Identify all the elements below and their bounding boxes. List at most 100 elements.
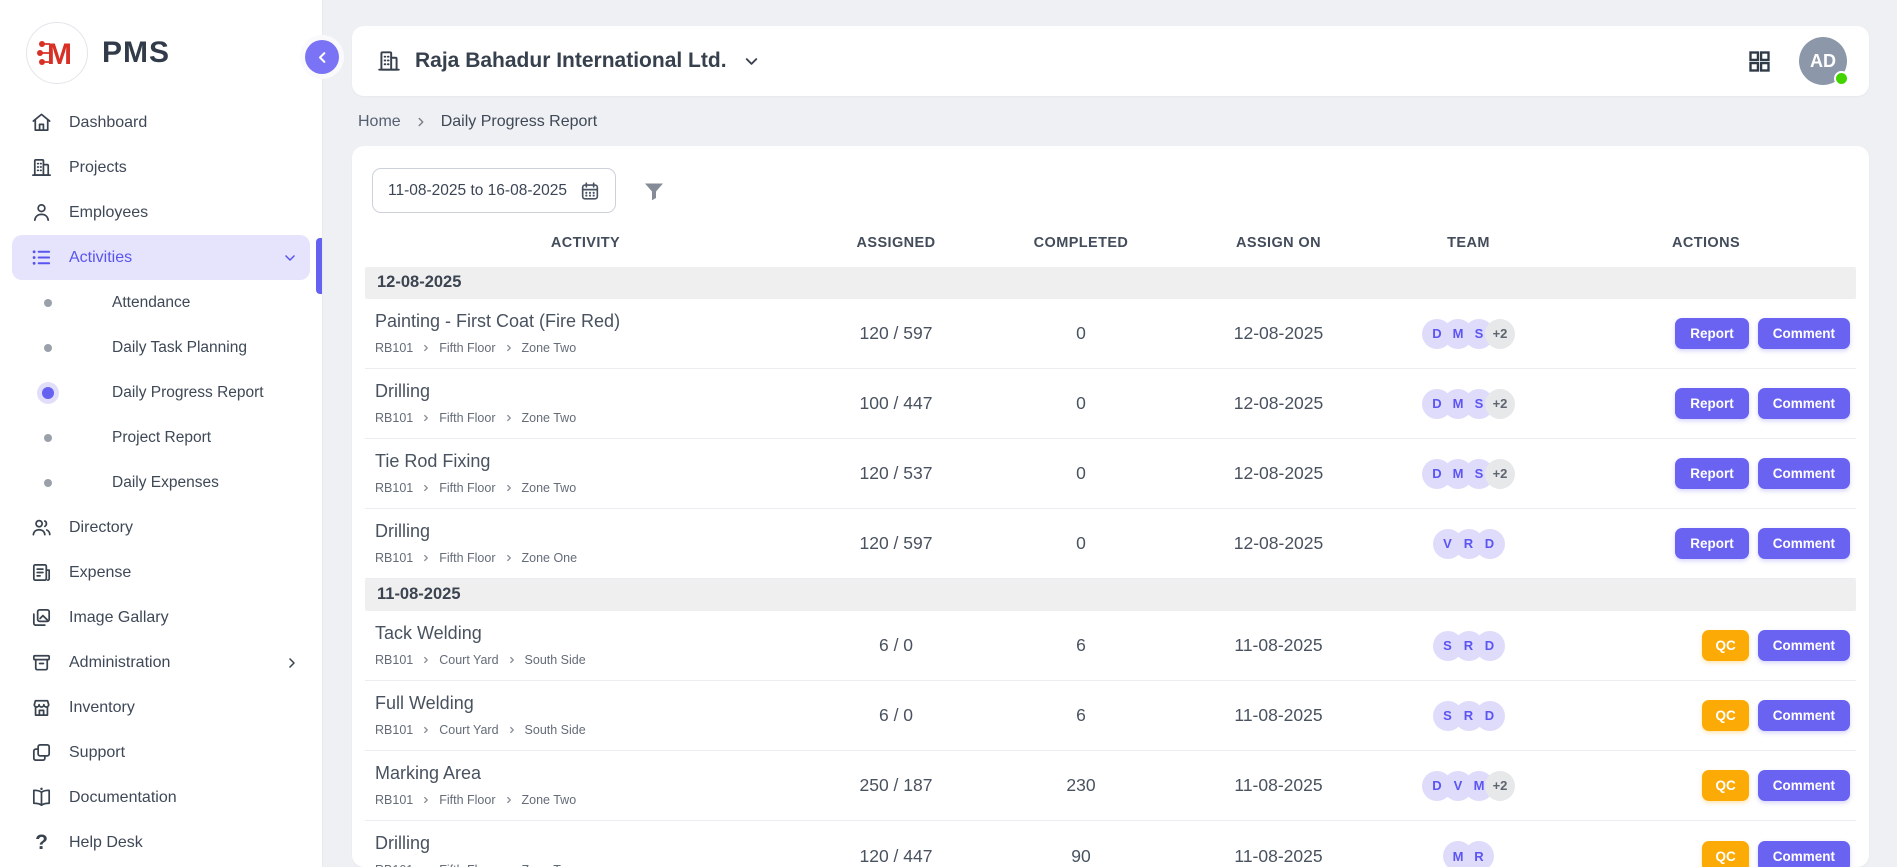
book-icon	[30, 786, 53, 809]
sidebar-subitem-attendance[interactable]: Attendance	[0, 280, 322, 325]
activity-path: RB101Court YardSouth Side	[375, 723, 798, 737]
chevron-right-icon	[414, 115, 428, 129]
sidebar-item-image-gallary[interactable]: Image Gallary	[0, 595, 322, 640]
activity-cell: Marking AreaRB101Fifth FloorZone Two	[365, 753, 806, 819]
comment-button[interactable]: Comment	[1758, 770, 1850, 801]
path-segment: RB101	[375, 481, 413, 495]
sidebar-item-label: Activities	[69, 249, 132, 267]
report-button[interactable]: Report	[1675, 458, 1749, 489]
path-segment: RB101	[375, 793, 413, 807]
report-button[interactable]: Report	[1675, 318, 1749, 349]
path-segment: Zone Two	[522, 863, 577, 867]
sidebar-item-documentation[interactable]: Documentation	[0, 775, 322, 820]
path-segment: Fifth Floor	[439, 551, 495, 565]
sidebar-item-employees[interactable]: Employees	[0, 190, 322, 235]
assign-on-date: 11-08-2025	[1176, 705, 1381, 726]
column-header-actions: ACTIONS	[1556, 235, 1856, 251]
sidebar-subitem-daily-progress-report[interactable]: Daily Progress Report	[0, 370, 322, 415]
team-member-badge: D	[1475, 529, 1505, 559]
bullet-icon	[44, 299, 52, 307]
sidebar-item-inventory[interactable]: Inventory	[0, 685, 322, 730]
comment-button[interactable]: Comment	[1758, 528, 1850, 559]
chevron-right-icon	[421, 795, 431, 805]
sidebar-item-label: Documentation	[69, 789, 177, 807]
sidebar-item-directory[interactable]: Directory	[0, 505, 322, 550]
path-segment: RB101	[375, 653, 413, 667]
qc-button[interactable]: QC	[1702, 770, 1748, 801]
sidebar-subitem-label: Daily Progress Report	[112, 384, 264, 402]
team-extra-badge: +2	[1485, 771, 1515, 801]
completed-value: 90	[986, 846, 1176, 867]
activity-cell: Tie Rod FixingRB101Fifth FloorZone Two	[365, 441, 806, 507]
path-segment: Fifth Floor	[439, 411, 495, 425]
company-name: Raja Bahadur International Ltd.	[415, 49, 727, 73]
path-segment: Court Yard	[439, 723, 498, 737]
actions-cell: Report Comment	[1556, 458, 1856, 489]
people-icon	[30, 516, 53, 539]
sidebar-item-label: Dashboard	[69, 114, 147, 132]
activity-path: RB101Fifth FloorZone One	[375, 551, 798, 565]
sidebar-collapse-button[interactable]	[305, 40, 339, 74]
path-segment: Fifth Floor	[439, 863, 495, 867]
assign-on-date: 12-08-2025	[1176, 533, 1381, 554]
activity-cell: DrillingRB101Fifth FloorZone Two	[365, 823, 806, 867]
sidebar-item-administration[interactable]: Administration	[0, 640, 322, 685]
progress-table: ACTIVITYASSIGNEDCOMPLETEDASSIGN ONTEAMAC…	[365, 225, 1856, 867]
sidebar-item-label: Expense	[69, 564, 131, 582]
qc-button[interactable]: QC	[1702, 841, 1748, 867]
sidebar-item-label: Help Desk	[69, 834, 143, 852]
assigned-value: 100 / 447	[806, 393, 986, 414]
path-segment: Fifth Floor	[439, 481, 495, 495]
sidebar-item-support[interactable]: Support	[0, 730, 322, 775]
path-segment: Fifth Floor	[439, 341, 495, 355]
chevron-right-icon	[504, 483, 514, 493]
completed-value: 6	[986, 705, 1176, 726]
team-member-badge: R	[1464, 841, 1494, 867]
breadcrumb-home[interactable]: Home	[358, 113, 401, 131]
date-range-input[interactable]: 11-08-2025 to 16-08-2025	[372, 168, 616, 213]
sidebar-item-dashboard[interactable]: Dashboard	[0, 100, 322, 145]
report-button[interactable]: Report	[1675, 388, 1749, 419]
comment-button[interactable]: Comment	[1758, 630, 1850, 661]
qc-button[interactable]: QC	[1702, 700, 1748, 731]
chevron-down-icon	[282, 250, 298, 266]
sidebar-item-help-desk[interactable]: ?Help Desk	[0, 820, 322, 865]
filter-funnel-icon[interactable]	[642, 179, 666, 203]
comment-button[interactable]: Comment	[1758, 388, 1850, 419]
sidebar-subitem-daily-expenses[interactable]: Daily Expenses	[0, 460, 322, 505]
qc-button[interactable]: QC	[1702, 630, 1748, 661]
comment-button[interactable]: Comment	[1758, 458, 1850, 489]
comment-button[interactable]: Comment	[1758, 700, 1850, 731]
activity-cell: Painting - First Coat (Fire Red)RB101Fif…	[365, 301, 806, 367]
user-avatar[interactable]: AD	[1799, 37, 1847, 85]
activity-title: Full Welding	[375, 693, 798, 714]
chevron-left-icon	[315, 50, 330, 65]
list-icon	[30, 246, 53, 269]
sidebar-item-projects[interactable]: Projects	[0, 145, 322, 190]
assigned-value: 120 / 597	[806, 533, 986, 554]
apps-grid-icon[interactable]	[1746, 48, 1773, 75]
path-segment: Zone One	[522, 551, 578, 565]
company-selector[interactable]: Raja Bahadur International Ltd.	[376, 48, 761, 74]
sidebar-item-label: Projects	[69, 159, 127, 177]
sidebar-item-expense[interactable]: Expense	[0, 550, 322, 595]
chevron-right-icon	[507, 655, 517, 665]
report-button[interactable]: Report	[1675, 528, 1749, 559]
activity-path: RB101Fifth FloorZone Two	[375, 481, 798, 495]
svg-text:M: M	[47, 38, 72, 71]
chevron-right-icon	[504, 795, 514, 805]
table-row: DrillingRB101Fifth FloorZone One120 / 59…	[365, 509, 1856, 579]
sidebar-subitem-project-report[interactable]: Project Report	[0, 415, 322, 460]
sidebar-subitem-daily-task-planning[interactable]: Daily Task Planning	[0, 325, 322, 370]
chevron-right-icon	[504, 553, 514, 563]
assign-on-date: 12-08-2025	[1176, 463, 1381, 484]
team-cell: SRD	[1381, 701, 1556, 731]
sidebar-subitem-label: Daily Task Planning	[112, 339, 247, 357]
active-section-indicator	[316, 238, 322, 294]
sidebar-item-activities[interactable]: Activities	[12, 235, 310, 280]
comment-button[interactable]: Comment	[1758, 841, 1850, 867]
assigned-value: 120 / 447	[806, 846, 986, 867]
chevron-down-icon	[742, 52, 761, 71]
comment-button[interactable]: Comment	[1758, 318, 1850, 349]
chevron-right-icon	[421, 725, 431, 735]
